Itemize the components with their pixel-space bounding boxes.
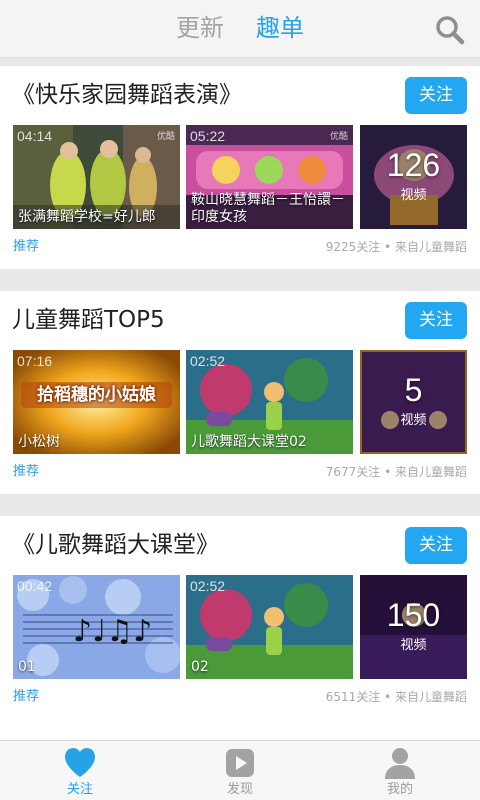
- nav-discover-label: 发现: [226, 782, 253, 797]
- nav-discover[interactable]: 发现: [160, 741, 320, 800]
- video-thumbnail[interactable]: 04:14 优酷 张满舞蹈学校=好儿郎: [13, 125, 180, 229]
- video-thumbnail[interactable]: ♪♩♫♪ 00:42 01: [13, 575, 180, 679]
- video-count: 5: [404, 372, 423, 408]
- playlist-title[interactable]: 儿童舞蹈TOP5: [12, 301, 165, 339]
- video-count-label: 视频: [400, 413, 427, 428]
- svg-text:♪♩♫♪: ♪♩♫♪: [73, 614, 152, 649]
- search-icon[interactable]: [434, 14, 466, 46]
- video-title: 儿歌舞蹈大课堂02: [191, 434, 307, 450]
- recommend-tag: 推荐: [13, 239, 40, 254]
- video-count-label: 视频: [400, 188, 427, 203]
- follow-count-source: 9225关注 • 来自儿童舞蹈: [325, 240, 467, 254]
- playlist-more-tile[interactable]: 150 视频: [360, 575, 467, 679]
- nav-follow-label: 关注: [66, 782, 93, 797]
- video-title: 01: [18, 659, 36, 675]
- follow-count-source: 6511关注 • 来自儿童舞蹈: [325, 690, 467, 704]
- source-logo: 优酷: [329, 132, 348, 142]
- play-icon: [226, 749, 254, 777]
- source-logo: 优酷: [156, 132, 175, 142]
- tab-update[interactable]: 更新: [176, 12, 224, 44]
- video-count: 150: [386, 597, 441, 633]
- playlist-more-tile[interactable]: 5 视频: [360, 350, 467, 454]
- playlist-card[interactable]: 《儿歌舞蹈大课堂》 关注 ♪♩♫♪ 00:42 01 02:52 02 150 …: [0, 516, 480, 719]
- video-duration: 04:14: [17, 128, 53, 144]
- video-title: 小松树: [18, 434, 60, 450]
- video-duration: 02:52: [190, 578, 226, 594]
- next-card-peek[interactable]: [0, 718, 480, 740]
- video-duration: 05:22: [190, 128, 226, 144]
- video-thumbnail[interactable]: 07:16 拾稻穗的小姑娘 小松树: [13, 350, 180, 454]
- video-thumbnail[interactable]: 02:52 02: [186, 575, 353, 679]
- recommend-tag: 推荐: [13, 464, 40, 479]
- video-title: 鞍山晓慧舞蹈－王怡譞－印度女孩: [191, 192, 345, 225]
- video-title: 02: [191, 659, 209, 675]
- playlist-title[interactable]: 《儿歌舞蹈大课堂》: [12, 526, 219, 564]
- video-title: 张满舞蹈学校=好儿郎: [18, 209, 156, 225]
- nav-mine[interactable]: 我的: [320, 741, 480, 800]
- nav-follow[interactable]: 关注: [0, 741, 160, 800]
- follow-button[interactable]: 关注: [405, 302, 467, 339]
- person-icon: [385, 748, 415, 779]
- follow-count-source: 7677关注 • 来自儿童舞蹈: [325, 465, 467, 479]
- playlist-title[interactable]: 《快乐家园舞蹈表演》: [12, 76, 242, 114]
- follow-button[interactable]: 关注: [405, 527, 467, 564]
- video-duration: 07:16: [17, 353, 53, 369]
- recommend-tag: 推荐: [13, 689, 40, 704]
- video-count: 126: [386, 147, 441, 183]
- playlist-card[interactable]: 儿童舞蹈TOP5 关注 07:16 拾稻穗的小姑娘 小松树 02:52 儿歌舞蹈…: [0, 291, 480, 494]
- tab-qudan[interactable]: 趣单: [256, 12, 304, 44]
- video-count-label: 视频: [400, 638, 427, 653]
- nav-mine-label: 我的: [386, 782, 413, 797]
- video-banner-text: 拾稻穗的小姑娘: [37, 385, 156, 405]
- video-duration: 00:42: [17, 578, 53, 594]
- video-duration: 02:52: [190, 353, 226, 369]
- video-thumbnail[interactable]: 02:52 儿歌舞蹈大课堂02: [186, 350, 353, 454]
- playlist-card[interactable]: 《快乐家园舞蹈表演》 关注 04:14 优酷 张满舞蹈学校=好儿郎 05:22 …: [0, 66, 480, 269]
- playlist-more-tile[interactable]: 126 视频: [360, 125, 467, 229]
- video-thumbnail[interactable]: 05:22 优酷 鞍山晓慧舞蹈－王怡譞－印度女孩: [186, 125, 353, 229]
- top-bar: 更新 趣单: [0, 0, 480, 58]
- bottom-nav: 关注 发现 我的: [0, 740, 480, 800]
- heart-icon: [65, 748, 95, 777]
- follow-button[interactable]: 关注: [405, 77, 467, 114]
